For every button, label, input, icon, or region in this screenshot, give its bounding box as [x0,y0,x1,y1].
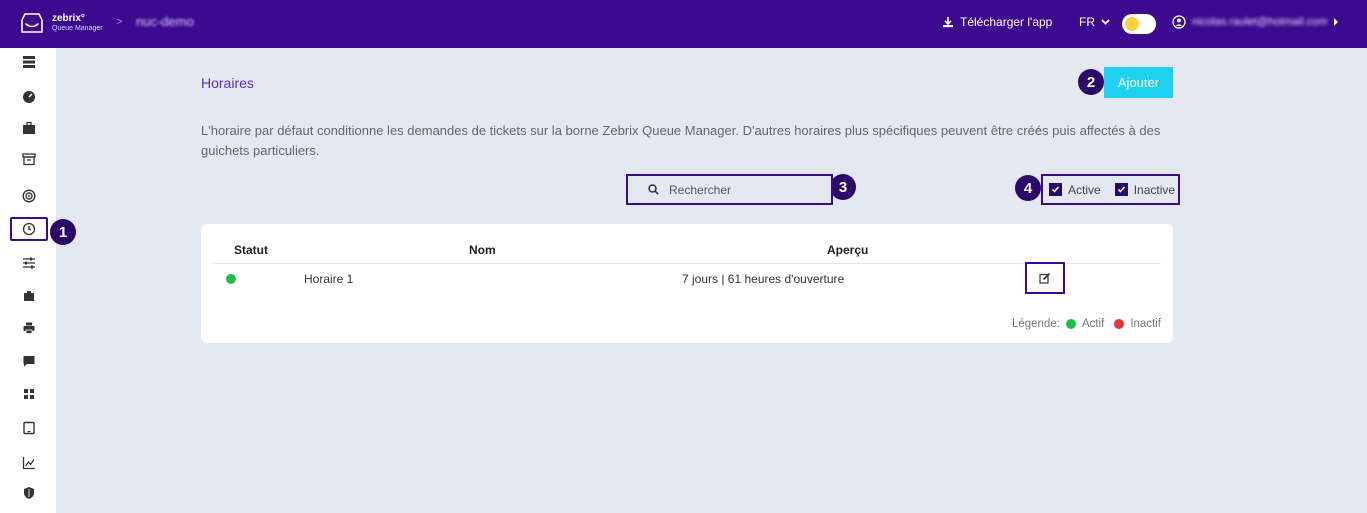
grid-icon [24,389,34,399]
zebrix-logo-icon[interactable] [20,11,44,35]
page-title: Horaires [201,75,254,91]
search-box[interactable]: Rechercher [626,174,833,205]
language-value: FR [1079,15,1095,29]
step-marker-3: 3 [830,174,856,200]
legend: Légende: Actif Inactif [1012,318,1161,330]
inactive-checkbox[interactable] [1114,183,1128,196]
target-icon [22,189,36,203]
download-icon [943,17,953,28]
breadcrumb-separator: > [116,16,123,28]
sidebar-item-modules[interactable] [10,382,48,406]
add-button[interactable]: Ajouter [1104,67,1173,98]
briefcase-icon [23,121,35,134]
page-description: L'horaire par défaut conditionne les dem… [201,123,1161,158]
step-marker-1: 1 [50,219,76,245]
sidebar-item-displays[interactable] [10,416,48,440]
theme-toggle[interactable] [1122,14,1156,34]
tablet-icon [23,421,35,435]
user-email: nicolas.raulet@hotmail.com [1192,16,1328,28]
archive-icon [22,153,36,166]
user-icon [1172,15,1186,29]
brand-subtitle: Queue Manager [52,25,103,32]
search-icon [648,184,659,195]
caret-right-icon [1334,18,1339,26]
sun-icon [1125,17,1139,31]
schedules-table-card: Statut Nom Aperçu Horaire 1 7 jours | 61… [201,224,1173,343]
step-marker-2: 2 [1078,69,1104,95]
header-divider [213,263,1161,264]
inactive-filter-label[interactable]: Inactive [1134,183,1175,197]
sidebar-item-services[interactable] [10,116,48,140]
download-app-label: Télécharger l'app [960,15,1053,29]
sidebar-item-schedules[interactable] [10,217,48,241]
search-input[interactable]: Rechercher [669,183,731,197]
row-name: Horaire 1 [304,272,354,286]
shield-icon [24,487,34,499]
sidebar-item-sites[interactable] [10,50,48,74]
status-filters: Active Inactive [1041,174,1180,205]
sliders-icon [23,257,35,269]
clock-icon [22,222,36,236]
active-checkbox[interactable] [1049,183,1062,196]
sidebar-item-settings[interactable] [10,251,48,275]
legend-inactive-label: Inactif [1130,318,1161,330]
message-icon [23,356,35,367]
language-select[interactable]: FR [1079,15,1110,29]
check-icon [1051,186,1060,193]
status-indicator-active [226,274,236,284]
sidebar-item-archive[interactable] [10,147,48,171]
user-menu[interactable]: nicolas.raulet@hotmail.com [1172,15,1339,29]
breadcrumb-site[interactable]: nuc-demo [136,14,194,29]
download-app-link[interactable]: Télécharger l'app [942,15,1052,29]
brand: zebrix° Queue Manager [52,13,103,33]
case-icon [24,291,34,301]
sidebar-item-messages[interactable] [10,349,48,373]
top-bar: zebrix° Queue Manager > nuc-demo Télécha… [0,0,1367,48]
chart-icon [22,457,35,470]
brand-name: zebrix° [52,13,85,24]
chevron-down-icon [1101,19,1110,25]
column-header-preview[interactable]: Aperçu [827,243,868,257]
sidebar-item-stats[interactable] [10,451,48,475]
sidebar-item-security[interactable] [10,481,48,505]
dashboard-icon [23,91,35,103]
column-header-status[interactable]: Statut [234,243,268,257]
sidebar-item-printer[interactable] [10,316,48,340]
edit-button[interactable] [1025,262,1065,294]
legend-active-dot [1065,319,1076,329]
edit-icon [1039,272,1051,284]
step-marker-4: 4 [1015,175,1041,201]
sidebar-item-target[interactable] [10,184,48,208]
printer-icon [23,322,35,334]
check-icon [1117,186,1125,193]
sidebar-item-dashboard[interactable] [10,85,48,109]
row-preview: 7 jours | 61 heures d'ouverture [682,272,845,286]
sidebar-item-counters[interactable] [10,284,48,308]
legend-active-label: Actif [1081,318,1105,330]
legend-inactive-dot [1114,319,1125,329]
sidebar [0,48,56,513]
server-icon [23,56,35,68]
legend-label: Légende: [1011,318,1060,330]
active-filter-label[interactable]: Active [1068,183,1101,197]
column-header-name[interactable]: Nom [469,243,496,257]
